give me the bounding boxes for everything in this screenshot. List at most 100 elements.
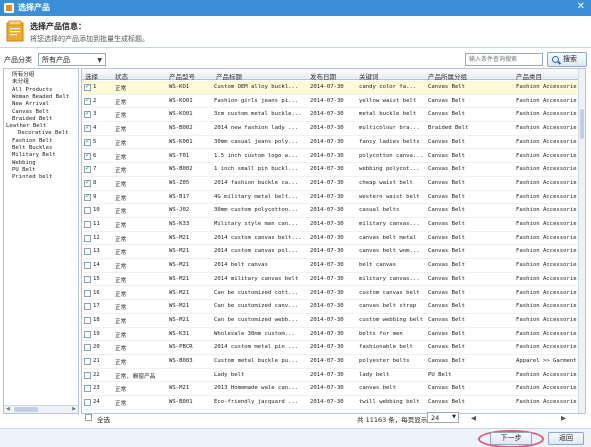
col-title[interactable]: 产品标题 xyxy=(216,71,242,81)
row-checkbox[interactable] xyxy=(84,152,91,160)
cell-model: WS-J02 xyxy=(169,207,190,214)
table-row[interactable]: 11 正常 WS-K33 Military style man can... 2014-… xyxy=(82,218,579,232)
col-select[interactable]: 选择 xyxy=(85,71,98,81)
row-checkbox[interactable] xyxy=(84,303,91,311)
col-keyword[interactable]: 关键词 xyxy=(359,71,379,81)
row-checkbox[interactable] xyxy=(84,358,91,365)
cell-model: WS-KO1 xyxy=(169,84,190,90)
table-row[interactable]: 22 正常, 橱窗产品 Lady belt 2014-07-30 lady belt PU… xyxy=(82,369,579,383)
search-input[interactable] xyxy=(465,53,543,66)
row-checkbox[interactable] xyxy=(84,385,91,393)
prev-page-icon[interactable]: ◀ xyxy=(471,414,476,422)
cell-title: 1 inch small pin buckl... xyxy=(214,166,299,173)
tree-node[interactable]: Printed belt xyxy=(12,173,52,181)
scroll-right-icon[interactable]: ▶ xyxy=(72,406,76,412)
row-checkbox[interactable] xyxy=(84,97,91,105)
cell-model: WS-M21 xyxy=(169,303,190,310)
row-checkbox[interactable] xyxy=(84,179,91,187)
row-checkbox[interactable] xyxy=(84,371,91,379)
cell-keyword: twill webbing belt xyxy=(359,399,420,406)
table-row[interactable]: 21 正常 WS-B003 Custom metal buckle pu... 2014… xyxy=(82,355,579,369)
scroll-left-icon[interactable]: ◀ xyxy=(6,406,10,412)
table-vertical-scrollbar[interactable] xyxy=(578,69,585,413)
next-page-icon[interactable]: ▶ xyxy=(561,414,566,422)
cell-status: 正常 xyxy=(115,332,127,339)
table-row[interactable]: 10 正常 WS-J02 30mm custom polycotton... 2014-… xyxy=(82,204,579,218)
row-checkbox[interactable] xyxy=(84,330,91,338)
table-row[interactable]: 16 正常 WS-M21 Can be customized cott... 2014-… xyxy=(82,287,579,301)
row-checkbox[interactable] xyxy=(84,289,91,297)
cell-group: Canvas Belt xyxy=(428,399,466,406)
tree-horizontal-scrollbar[interactable]: ◀ ▶ xyxy=(4,405,78,413)
category-select[interactable]: 所有产品 ▼ xyxy=(38,53,106,66)
row-checkbox[interactable] xyxy=(84,316,91,324)
row-checkbox[interactable] xyxy=(84,110,91,119)
cell-model: WS-K001 xyxy=(169,138,193,145)
table-footer: 全选 共 11163 条，每页显示 24 ▼ ◀ ▶ xyxy=(81,411,586,424)
cell-keyword: canvas belt metal xyxy=(359,234,417,241)
row-checkbox[interactable] xyxy=(84,138,91,146)
close-icon[interactable]: ✕ xyxy=(577,1,585,12)
table-row[interactable]: 17 正常 WS-M21 Can be customized canv... 2014-… xyxy=(82,300,579,314)
table-row[interactable]: 15 正常 WS-M21 2014 military canvas belt 2014-… xyxy=(82,273,579,287)
table-row[interactable]: 20 正常 WS-PBCR 2014 custom metal pin ... 2014… xyxy=(82,341,579,355)
per-page-select[interactable]: 24 ▼ xyxy=(427,412,459,423)
col-model[interactable]: 产品型号 xyxy=(169,71,195,81)
back-button[interactable]: 返回 xyxy=(548,432,584,445)
table-row[interactable]: 18 正常 WS-M21 Can be customized webb... 2014-… xyxy=(82,314,579,328)
row-checkbox[interactable] xyxy=(84,193,91,201)
row-checkbox[interactable] xyxy=(84,248,91,256)
cell-keyword: military canvas... xyxy=(359,275,420,282)
col-status[interactable]: 状态 xyxy=(115,71,128,81)
table-row[interactable]: 13 正常 WS-M21 2014 custom canvas pol... 2014-… xyxy=(82,245,579,260)
cell-category: Fashion Accessorie xyxy=(516,125,577,132)
scroll-thumb[interactable] xyxy=(580,109,584,139)
row-checkbox[interactable] xyxy=(84,165,91,174)
col-group[interactable]: 产品所属分组 xyxy=(428,71,467,81)
row-checkbox[interactable] xyxy=(84,275,91,283)
row-checkbox[interactable] xyxy=(84,399,91,407)
cell-title: 30mm custom polycotton... xyxy=(214,207,299,214)
cell-category: Fashion Accessorie xyxy=(516,344,577,351)
table-row[interactable]: 19 正常 WS-K31 Wholesale 30mm custom... 2014-0… xyxy=(82,328,579,342)
row-checkbox[interactable] xyxy=(84,262,91,270)
table-row[interactable]: 12 正常 WS-M21 2014 custom canvas belt... 2014… xyxy=(82,232,579,246)
scroll-thumb[interactable] xyxy=(14,407,38,412)
cell-group: Canvas Belt xyxy=(428,234,466,241)
table-row[interactable]: 7 正常 WS-B002 1 inch small pin buckl... 2014-… xyxy=(82,163,579,177)
cell-date: 2014-07-30 xyxy=(310,111,344,118)
table-row[interactable]: 3 正常 WS-KO01 3cm custom metal buckle... 2014… xyxy=(82,108,579,123)
row-checkbox[interactable] xyxy=(84,207,91,215)
table-row[interactable]: 24 正常 WS-B001 Eco-friendly jacquard ... 2014… xyxy=(82,396,579,410)
row-number: 5 xyxy=(93,138,97,145)
row-checkbox[interactable] xyxy=(84,221,91,228)
cell-model: WS-M21 xyxy=(169,316,190,323)
cell-title: Can be customized webb... xyxy=(214,316,299,323)
col-category[interactable]: 产品类目 xyxy=(516,71,542,81)
row-checkbox[interactable] xyxy=(84,83,91,91)
cell-category: Fashion Accessorie xyxy=(516,316,577,323)
table-row[interactable]: 4 正常 WS-B002 2014 new fashion lady ... 2014-… xyxy=(82,122,579,136)
cell-date: 2014-07-30 xyxy=(310,385,344,392)
table-row[interactable]: 8 正常 WS-Z05 2014 fashion buckle ca... 2014-0… xyxy=(82,177,579,191)
cell-title: 2013 Homemade wale can... xyxy=(214,385,299,392)
table-row[interactable]: 2 正常 WS-KO01 Fashion girls jeans pi... 2014-… xyxy=(82,95,579,109)
col-date[interactable]: 发布日期 xyxy=(310,71,336,81)
cell-status: 正常 xyxy=(115,387,127,394)
table-row[interactable]: 14 正常 WS-M21 2014 belt canvas 2014-07-30 belt… xyxy=(82,259,579,273)
cell-status: 正常 xyxy=(115,181,127,188)
row-checkbox[interactable] xyxy=(84,344,91,352)
select-all-checkbox[interactable] xyxy=(85,414,92,421)
table-row[interactable]: 9 正常 WS-B17 4G military metal belt... 2014-0… xyxy=(82,191,579,205)
table-row[interactable]: 6 正常 WS-T01 1.5 inch custom logo w... 2014-0… xyxy=(82,150,579,164)
row-checkbox[interactable] xyxy=(84,124,91,133)
row-number: 18 xyxy=(93,316,100,323)
cell-title: 2014 custom canvas belt... xyxy=(214,234,302,241)
table-row[interactable]: 5 正常 WS-K001 30mm casual jeans poly... 2014-… xyxy=(82,136,579,150)
cell-title: Lady belt xyxy=(214,371,245,378)
table-row[interactable]: 1 正常 WS-KO1 Custom OEM alloy buckl... 2014-0… xyxy=(82,81,579,95)
next-step-button[interactable]: 下一步 xyxy=(490,432,532,445)
row-checkbox[interactable] xyxy=(84,234,91,242)
search-button[interactable]: 搜索 xyxy=(547,52,587,67)
table-row[interactable]: 23 正常 WS-M21 2013 Homemade wale can... 2014-… xyxy=(82,382,579,397)
